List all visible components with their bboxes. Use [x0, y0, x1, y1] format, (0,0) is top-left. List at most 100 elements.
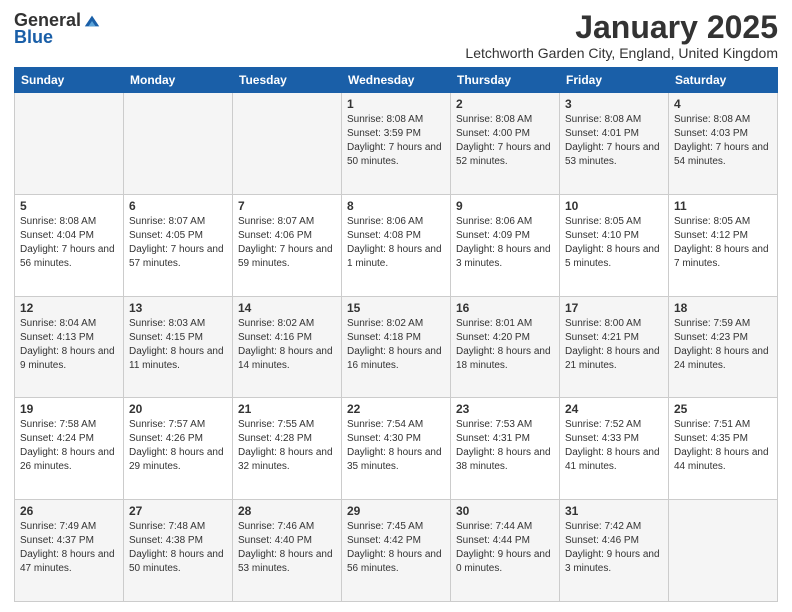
- day-number: 9: [456, 199, 554, 213]
- day-number: 4: [674, 97, 772, 111]
- calendar-weekday-saturday: Saturday: [669, 68, 778, 93]
- day-info: Sunrise: 8:05 AMSunset: 4:12 PMDaylight:…: [674, 215, 772, 271]
- day-info: Sunrise: 7:48 AMSunset: 4:38 PMDaylight:…: [129, 520, 227, 576]
- day-number: 8: [347, 199, 445, 213]
- calendar-cell: 19 Sunrise: 7:58 AMSunset: 4:24 PMDayligh…: [15, 398, 124, 500]
- day-info: Sunrise: 8:08 AMSunset: 4:00 PMDaylight:…: [456, 113, 554, 169]
- day-info: Sunrise: 7:49 AMSunset: 4:37 PMDaylight:…: [20, 520, 118, 576]
- day-number: 26: [20, 504, 118, 518]
- day-number: 5: [20, 199, 118, 213]
- calendar-cell: 5 Sunrise: 8:08 AMSunset: 4:04 PMDaylight…: [15, 194, 124, 296]
- calendar-cell: 24Sunrise: 7:52 AMSunset: 4:33 PMDayligh…: [560, 398, 669, 500]
- day-info: Sunrise: 7:55 AMSunset: 4:28 PMDaylight:…: [238, 418, 336, 474]
- calendar-cell: 16 Sunrise: 8:01 AMSunset: 4:20 PMDayligh…: [451, 296, 560, 398]
- calendar-cell: 23 Sunrise: 7:53 AMSunset: 4:31 PMDayligh…: [451, 398, 560, 500]
- day-info: Sunrise: 8:02 AMSunset: 4:16 PMDaylight:…: [238, 317, 336, 373]
- calendar-cell: 1Sunrise: 8:08 AMSunset: 3:59 PMDaylight…: [342, 93, 451, 195]
- calendar-cell: 29Sunrise: 7:45 AMSunset: 4:42 PMDayligh…: [342, 500, 451, 602]
- day-number: 3: [565, 97, 663, 111]
- calendar-week-row: 19 Sunrise: 7:58 AMSunset: 4:24 PMDayligh…: [15, 398, 778, 500]
- calendar-week-row: 12 Sunrise: 8:04 AMSunset: 4:13 PMDayligh…: [15, 296, 778, 398]
- calendar-weekday-sunday: Sunday: [15, 68, 124, 93]
- day-info: Sunrise: 7:54 AMSunset: 4:30 PMDaylight:…: [347, 418, 445, 474]
- calendar-weekday-tuesday: Tuesday: [233, 68, 342, 93]
- calendar-cell: [15, 93, 124, 195]
- day-number: 25: [674, 402, 772, 416]
- day-number: 23: [456, 402, 554, 416]
- calendar-cell: 8 Sunrise: 8:06 AMSunset: 4:08 PMDaylight…: [342, 194, 451, 296]
- day-number: 17: [565, 301, 663, 315]
- calendar-cell: [669, 500, 778, 602]
- day-number: 2: [456, 97, 554, 111]
- calendar-cell: 13Sunrise: 8:03 AMSunset: 4:15 PMDayligh…: [124, 296, 233, 398]
- day-number: 29: [347, 504, 445, 518]
- logo-icon: [83, 12, 101, 30]
- calendar-cell: 6Sunrise: 8:07 AMSunset: 4:05 PMDaylight…: [124, 194, 233, 296]
- calendar-weekday-thursday: Thursday: [451, 68, 560, 93]
- calendar-week-row: 5 Sunrise: 8:08 AMSunset: 4:04 PMDaylight…: [15, 194, 778, 296]
- day-number: 22: [347, 402, 445, 416]
- calendar-cell: 2 Sunrise: 8:08 AMSunset: 4:00 PMDaylight…: [451, 93, 560, 195]
- day-number: 19: [20, 402, 118, 416]
- calendar-week-row: 26 Sunrise: 7:49 AMSunset: 4:37 PMDayligh…: [15, 500, 778, 602]
- calendar-cell: 18Sunrise: 7:59 AMSunset: 4:23 PMDayligh…: [669, 296, 778, 398]
- calendar-weekday-monday: Monday: [124, 68, 233, 93]
- title-block: January 2025 Letchworth Garden City, Eng…: [465, 10, 778, 61]
- day-info: Sunrise: 8:06 AMSunset: 4:09 PMDaylight:…: [456, 215, 554, 271]
- page: General Blue January 2025 Letchworth Gar…: [0, 0, 792, 612]
- day-number: 21: [238, 402, 336, 416]
- day-number: 30: [456, 504, 554, 518]
- calendar-table: SundayMondayTuesdayWednesdayThursdayFrid…: [14, 67, 778, 602]
- calendar-cell: 22 Sunrise: 7:54 AMSunset: 4:30 PMDayligh…: [342, 398, 451, 500]
- day-number: 24: [565, 402, 663, 416]
- day-info: Sunrise: 8:08 AMSunset: 4:01 PMDaylight:…: [565, 113, 663, 169]
- day-number: 10: [565, 199, 663, 213]
- day-info: Sunrise: 8:06 AMSunset: 4:08 PMDaylight:…: [347, 215, 445, 271]
- calendar-cell: 30 Sunrise: 7:44 AMSunset: 4:44 PMDayligh…: [451, 500, 560, 602]
- day-info: Sunrise: 8:04 AMSunset: 4:13 PMDaylight:…: [20, 317, 118, 373]
- day-number: 11: [674, 199, 772, 213]
- day-number: 14: [238, 301, 336, 315]
- calendar-cell: 11 Sunrise: 8:05 AMSunset: 4:12 PMDayligh…: [669, 194, 778, 296]
- calendar-cell: 25 Sunrise: 7:51 AMSunset: 4:35 PMDayligh…: [669, 398, 778, 500]
- day-number: 16: [456, 301, 554, 315]
- calendar-weekday-wednesday: Wednesday: [342, 68, 451, 93]
- day-number: 20: [129, 402, 227, 416]
- calendar-cell: 9 Sunrise: 8:06 AMSunset: 4:09 PMDaylight…: [451, 194, 560, 296]
- day-info: Sunrise: 7:57 AMSunset: 4:26 PMDaylight:…: [129, 418, 227, 474]
- day-info: Sunrise: 8:00 AMSunset: 4:21 PMDaylight:…: [565, 317, 663, 373]
- calendar-header-row: SundayMondayTuesdayWednesdayThursdayFrid…: [15, 68, 778, 93]
- day-info: Sunrise: 8:01 AMSunset: 4:20 PMDaylight:…: [456, 317, 554, 373]
- day-info: Sunrise: 7:51 AMSunset: 4:35 PMDaylight:…: [674, 418, 772, 474]
- calendar-week-row: 1Sunrise: 8:08 AMSunset: 3:59 PMDaylight…: [15, 93, 778, 195]
- logo-blue-text: Blue: [14, 27, 53, 48]
- day-number: 18: [674, 301, 772, 315]
- day-info: Sunrise: 8:08 AMSunset: 4:03 PMDaylight:…: [674, 113, 772, 169]
- calendar-cell: 26 Sunrise: 7:49 AMSunset: 4:37 PMDayligh…: [15, 500, 124, 602]
- day-number: 7: [238, 199, 336, 213]
- calendar-cell: 12 Sunrise: 8:04 AMSunset: 4:13 PMDayligh…: [15, 296, 124, 398]
- day-number: 13: [129, 301, 227, 315]
- calendar-cell: 3 Sunrise: 8:08 AMSunset: 4:01 PMDaylight…: [560, 93, 669, 195]
- calendar-cell: 28Sunrise: 7:46 AMSunset: 4:40 PMDayligh…: [233, 500, 342, 602]
- day-info: Sunrise: 8:07 AMSunset: 4:05 PMDaylight:…: [129, 215, 227, 271]
- day-info: Sunrise: 8:07 AMSunset: 4:06 PMDaylight:…: [238, 215, 336, 271]
- location-title: Letchworth Garden City, England, United …: [465, 45, 778, 61]
- day-info: Sunrise: 7:58 AMSunset: 4:24 PMDaylight:…: [20, 418, 118, 474]
- day-info: Sunrise: 7:44 AMSunset: 4:44 PMDaylight:…: [456, 520, 554, 576]
- day-number: 12: [20, 301, 118, 315]
- day-info: Sunrise: 8:08 AMSunset: 4:04 PMDaylight:…: [20, 215, 118, 271]
- calendar-cell: 20 Sunrise: 7:57 AMSunset: 4:26 PMDayligh…: [124, 398, 233, 500]
- day-info: Sunrise: 7:42 AMSunset: 4:46 PMDaylight:…: [565, 520, 663, 576]
- calendar-cell: 10Sunrise: 8:05 AMSunset: 4:10 PMDayligh…: [560, 194, 669, 296]
- calendar-cell: 4 Sunrise: 8:08 AMSunset: 4:03 PMDaylight…: [669, 93, 778, 195]
- day-number: 1: [347, 97, 445, 111]
- calendar-cell: 17 Sunrise: 8:00 AMSunset: 4:21 PMDayligh…: [560, 296, 669, 398]
- calendar-cell: 31Sunrise: 7:42 AMSunset: 4:46 PMDayligh…: [560, 500, 669, 602]
- day-number: 27: [129, 504, 227, 518]
- header: General Blue January 2025 Letchworth Gar…: [14, 10, 778, 61]
- calendar-cell: 15Sunrise: 8:02 AMSunset: 4:18 PMDayligh…: [342, 296, 451, 398]
- calendar-cell: [233, 93, 342, 195]
- day-info: Sunrise: 7:53 AMSunset: 4:31 PMDaylight:…: [456, 418, 554, 474]
- calendar-cell: [124, 93, 233, 195]
